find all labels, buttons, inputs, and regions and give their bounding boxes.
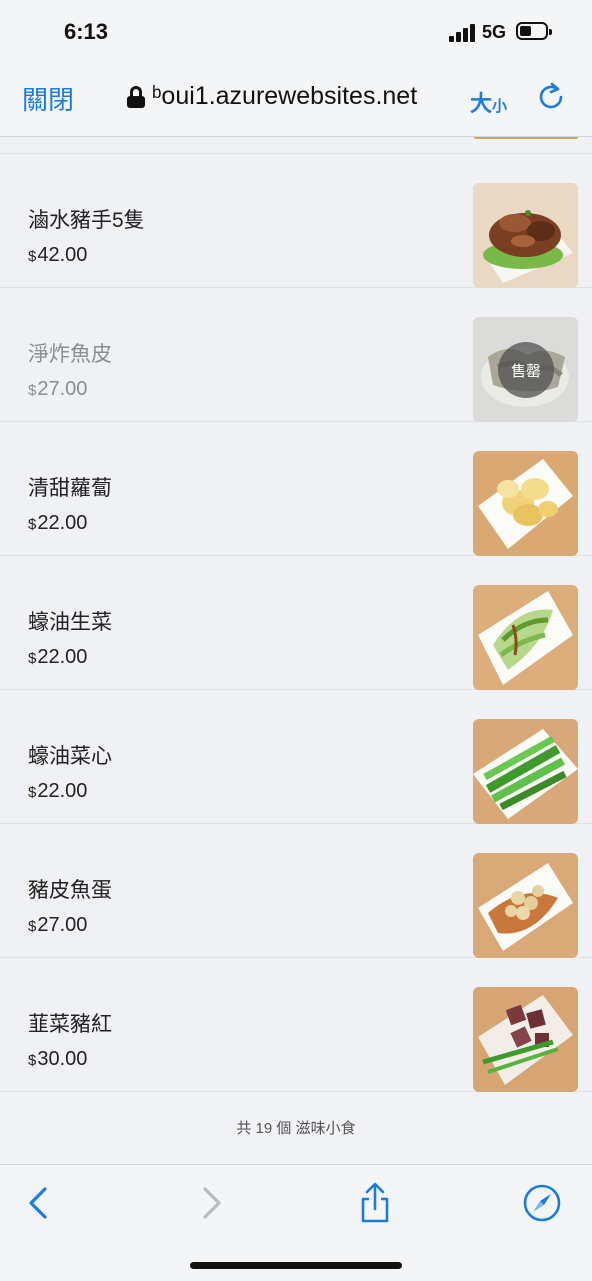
item-photo xyxy=(473,451,578,556)
home-indicator xyxy=(190,1262,402,1269)
battery-icon xyxy=(516,22,552,40)
url-field[interactable]: ᵇoui1.azurewebsites.net xyxy=(152,82,457,111)
menu-list: 滷水豬手5隻 $42.00 淨炸魚皮 $27.00 售罄 清甜蘿蔔 $22.00… xyxy=(0,137,592,1092)
item-price: $27.00 xyxy=(28,914,88,936)
text-size-big: 大 xyxy=(470,91,493,116)
reload-icon[interactable] xyxy=(535,81,567,113)
lock-icon xyxy=(127,86,145,108)
menu-item[interactable]: 滷水豬手5隻 $42.00 xyxy=(0,154,592,288)
list-top-edge xyxy=(0,137,592,154)
item-price: $22.00 xyxy=(28,780,88,802)
browser-top-bar: 關閉 ᵇoui1.azurewebsites.net 大小 xyxy=(0,62,592,137)
menu-item[interactable]: 韮菜豬紅 $30.00 xyxy=(0,958,592,1092)
item-price: $42.00 xyxy=(28,244,88,266)
chevron-left-icon[interactable] xyxy=(20,1183,60,1223)
item-name: 韮菜豬紅 xyxy=(28,1013,112,1036)
item-price: $22.00 xyxy=(28,512,88,534)
item-name: 蠔油菜心 xyxy=(28,745,112,768)
item-photo xyxy=(473,853,578,958)
item-count-text: 共 19 個 滋味小食 xyxy=(236,1120,356,1137)
text-size-small: 小 xyxy=(492,98,508,115)
item-photo xyxy=(473,987,578,1092)
item-photo: 售罄 xyxy=(473,317,578,422)
item-price: $22.00 xyxy=(28,646,88,668)
menu-item[interactable]: 淨炸魚皮 $27.00 售罄 xyxy=(0,288,592,422)
close-button[interactable]: 關閉 xyxy=(22,80,74,117)
sold-out-badge: 售罄 xyxy=(498,342,554,398)
status-bar: 6:13 5G xyxy=(0,0,592,62)
menu-item[interactable]: 蠔油菜心 $22.00 xyxy=(0,690,592,824)
menu-item[interactable]: 清甜蘿蔔 $22.00 xyxy=(0,422,592,556)
item-price: $30.00 xyxy=(28,1048,88,1070)
item-name: 淨炸魚皮 xyxy=(28,343,112,366)
item-photo xyxy=(473,585,578,690)
item-name: 豬皮魚蛋 xyxy=(28,879,112,902)
item-name: 滷水豬手5隻 xyxy=(28,209,145,232)
text-size-button[interactable]: 大小 xyxy=(470,86,507,118)
menu-item[interactable]: 蠔油生菜 $22.00 xyxy=(0,556,592,690)
status-time: 6:13 xyxy=(64,19,109,44)
share-icon[interactable] xyxy=(355,1183,395,1223)
chevron-right-icon[interactable] xyxy=(190,1183,230,1223)
item-photo xyxy=(473,719,578,824)
item-name: 清甜蘿蔔 xyxy=(28,477,112,500)
compass-icon[interactable] xyxy=(522,1183,562,1223)
item-name: 蠔油生菜 xyxy=(28,611,112,634)
network-label: 5G xyxy=(482,22,507,42)
menu-item[interactable]: 豬皮魚蛋 $27.00 xyxy=(0,824,592,958)
signal-icon xyxy=(449,24,477,42)
item-photo xyxy=(473,183,578,288)
item-price: $27.00 xyxy=(28,378,88,400)
